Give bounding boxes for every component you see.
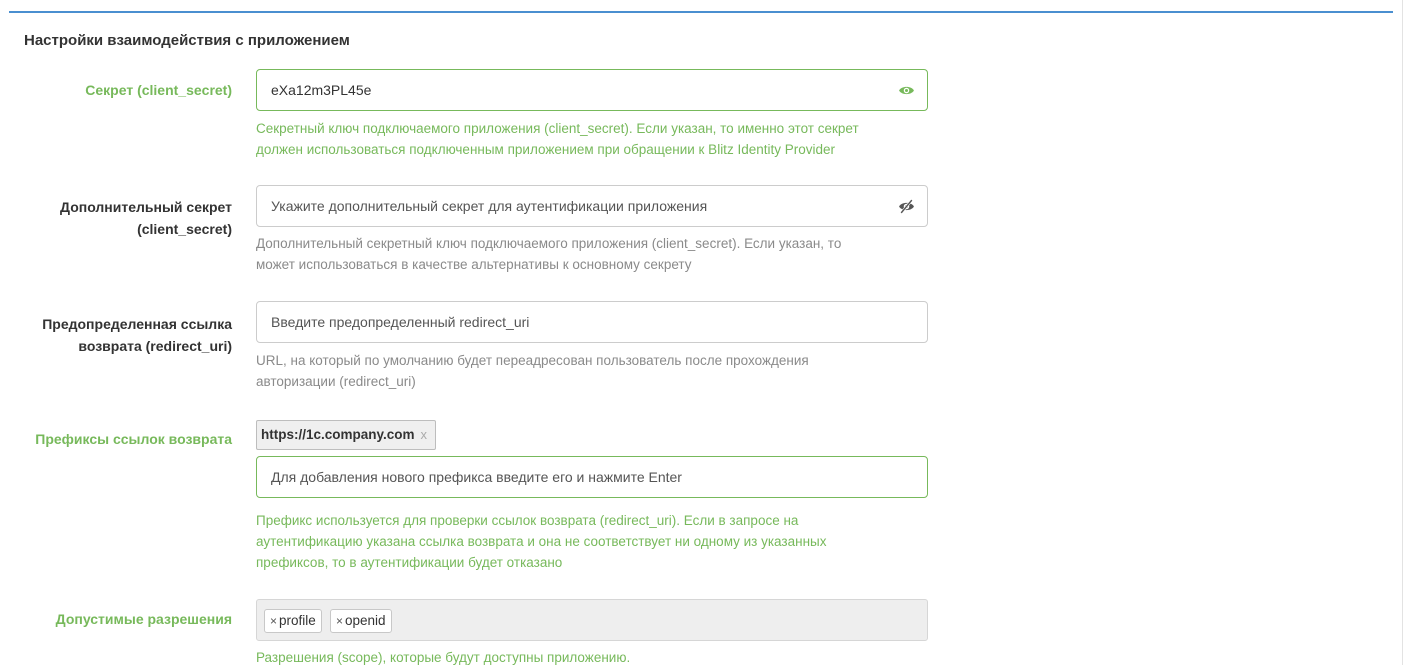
extra-secret-input[interactable]: Укажите дополнительный секрет для аутент… (256, 185, 928, 227)
prefix-tag-text: https://1c.company.com (261, 427, 415, 442)
prefix-tag: https://1c.company.com x (256, 420, 437, 450)
scope-chip-remove[interactable]: × (336, 614, 343, 628)
scope-chip-text: openid (345, 613, 386, 628)
eye-icon[interactable] (898, 82, 915, 99)
scopes-label: Допустимые разрешения (55, 611, 232, 627)
redirect-uri-placeholder: Введите предопределенный redirect_uri (271, 314, 530, 330)
scopes-select[interactable]: × profile × openid (256, 599, 928, 641)
prefix-tag-remove[interactable]: x (421, 427, 428, 442)
redirect-uri-label: Предопределенная ссылка возврата (redire… (42, 316, 232, 354)
scope-chip-profile: × profile (264, 609, 322, 633)
prefixes-help: Префикс используется для проверки ссылок… (256, 513, 827, 570)
prefix-input[interactable]: Для добавления нового префикса введите е… (256, 456, 928, 498)
panel-right-border (1402, 0, 1403, 665)
section-top-rule (9, 11, 1393, 13)
scope-chip-openid: × openid (330, 609, 392, 633)
extra-secret-label: Дополнительный секрет (client_secret) (60, 199, 232, 237)
scope-chip-text: profile (279, 613, 316, 628)
section-title: Настройки взаимодействия с приложением (24, 32, 350, 49)
prefix-placeholder: Для добавления нового префикса введите е… (271, 469, 682, 485)
redirect-uri-help: URL, на который по умолчанию будет переа… (256, 353, 809, 389)
eye-slash-icon[interactable] (898, 198, 915, 215)
scope-chip-remove[interactable]: × (270, 614, 277, 628)
prefixes-label: Префиксы ссылок возврата (35, 431, 232, 447)
extra-secret-placeholder: Укажите дополнительный секрет для аутент… (271, 198, 708, 214)
secret-value: eXa12m3PL45e (271, 82, 372, 98)
secret-help: Секретный ключ подключаемого приложения … (256, 121, 859, 157)
secret-label: Секрет (client_secret) (85, 82, 232, 98)
secret-input[interactable]: eXa12m3PL45e (256, 69, 928, 111)
extra-secret-help: Дополнительный секретный ключ подключаем… (256, 236, 842, 272)
redirect-uri-input[interactable]: Введите предопределенный redirect_uri (256, 301, 928, 343)
